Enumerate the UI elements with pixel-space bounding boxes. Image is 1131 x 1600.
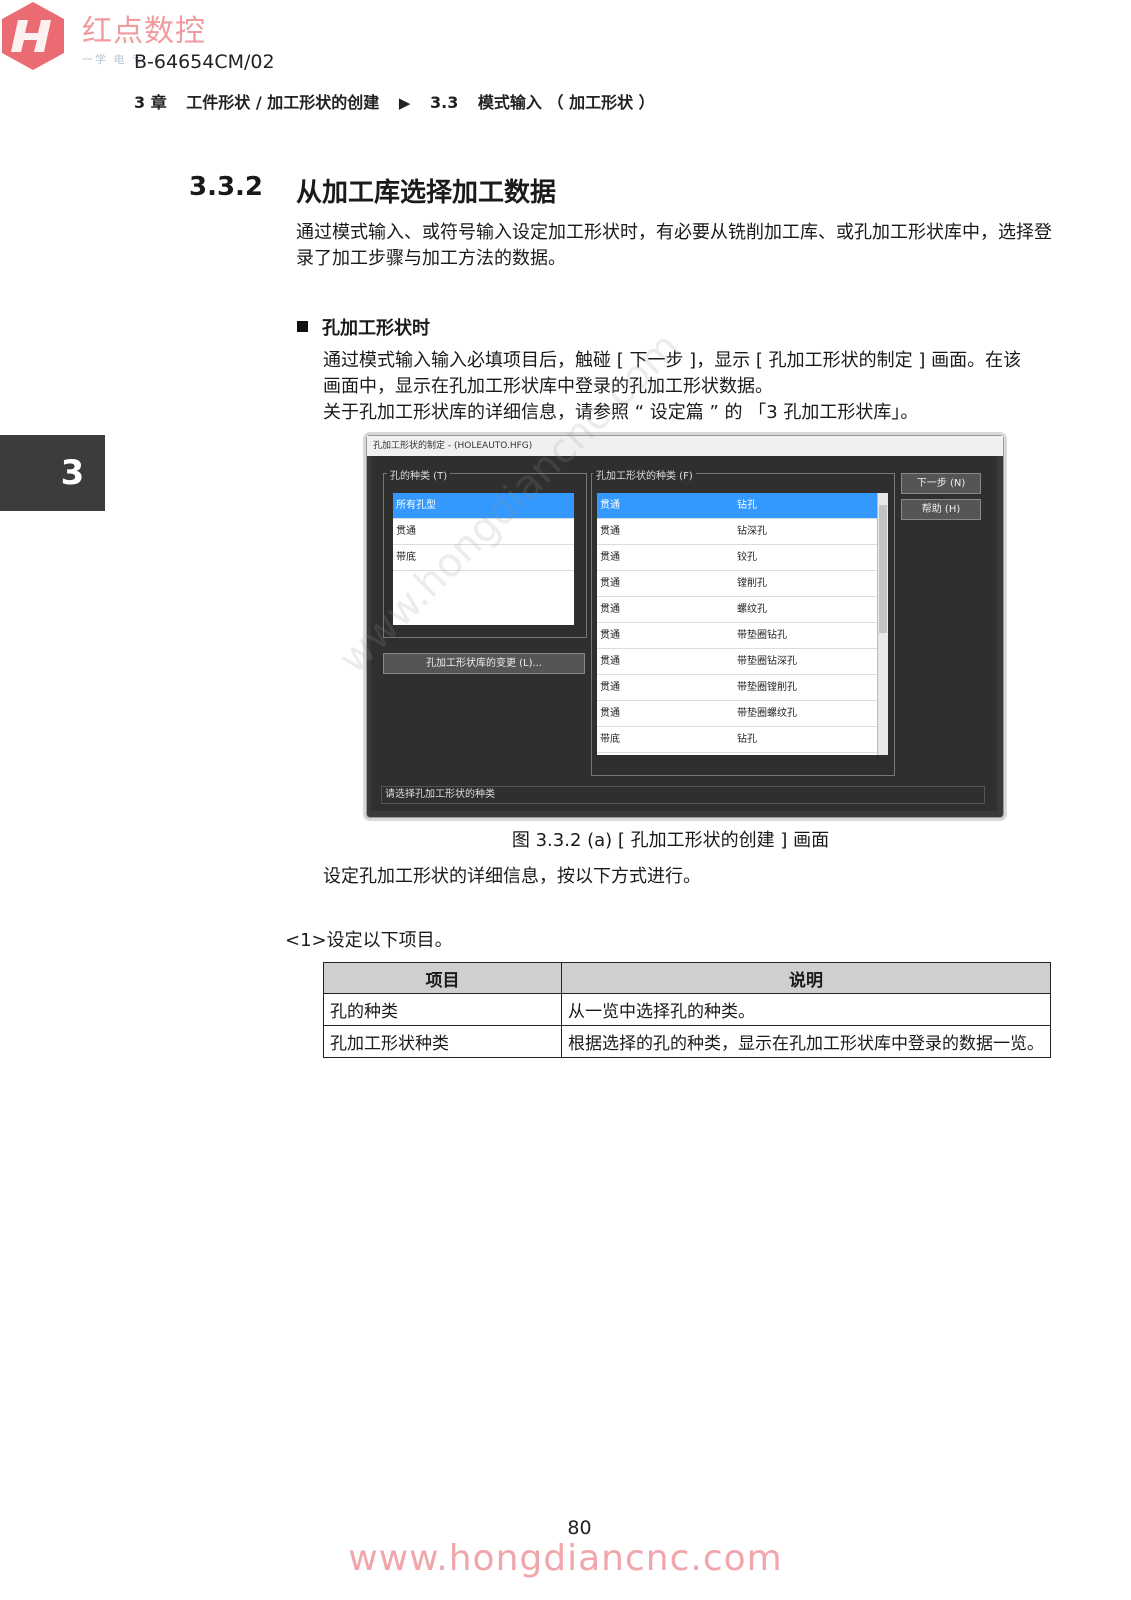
table-row[interactable]: 贯通 镗削孔	[597, 571, 887, 597]
breadcrumb-arrow-icon: ▶	[398, 94, 411, 112]
logo-name: 红点数控	[82, 14, 206, 49]
table-cell: 从一览中选择孔的种类。	[561, 993, 1051, 1026]
page-number: 80	[567, 1517, 592, 1539]
step-1-text: <1>设定以下项目。	[285, 930, 453, 951]
shape-type-list[interactable]: 贯通 钻孔 贯通 钻深孔 贯通 铰孔 贯通 镗削孔 贯通 螺纹孔 贯通 带垫圈钻孔 贯通 带垫…	[597, 493, 887, 755]
table-cell: 孔加工形状种类	[323, 1025, 562, 1058]
para-line-3: 关于孔加工形状库的详细信息，请参照 “ 设定篇 ” 的 「3 孔加工形状库」。	[323, 402, 919, 423]
chapter-tab-number: 3	[60, 453, 85, 493]
table-row[interactable]: 贯通 带垫圈螺纹孔	[597, 701, 887, 727]
para-line-1: 通过模式输入输入必填项目后，触碰 [ 下一步 ]，显示 [ 孔加工形状的制定 ]…	[323, 350, 1022, 371]
section-number: 3.3.2	[189, 172, 264, 202]
shape-type-group-label: 孔加工形状的种类 (F)	[593, 467, 696, 482]
change-library-button[interactable]: 孔加工形状库的变更 (L)...	[383, 653, 585, 674]
table-row[interactable]: 带底 钻孔	[597, 727, 887, 753]
table-cell: 根据选择的孔的种类，显示在孔加工形状库中登录的数据一览。	[561, 1025, 1051, 1058]
table-header-description: 说明	[561, 962, 1051, 994]
subsection-paragraph: 通过模式输入输入必填项目后，触碰 [ 下一步 ]，显示 [ 孔加工形状的制定 ]…	[323, 348, 1063, 426]
table-row[interactable]: 贯通 带垫圈镗削孔	[597, 675, 887, 701]
next-button[interactable]: 下一步 (N)	[901, 473, 981, 494]
table-row[interactable]: 贯通 带垫圈钻孔	[597, 623, 887, 649]
settings-table: 项目 说明 孔的种类 从一览中选择孔的种类。 孔加工形状种类 根据选择的孔的种类…	[323, 962, 1051, 1058]
breadcrumb: 3 章 工件形状 / 加工形状的创建 ▶ 3.3 模式输入 （ 加工形状 ）	[134, 89, 669, 113]
subsection-heading: 孔加工形状时	[297, 314, 430, 340]
table-row[interactable]: 贯通 螺纹孔	[597, 597, 887, 623]
table-row: 孔加工形状种类 根据选择的孔的种类，显示在孔加工形状库中登录的数据一览。	[323, 1025, 1051, 1058]
table-row[interactable]: 贯通 铰孔	[597, 545, 887, 571]
after-figure-paragraph: 设定孔加工形状的详细信息，按以下方式进行。	[323, 866, 701, 887]
dialog-title: 孔加工形状的制定 - (HOLEAUTO.HFG)	[367, 436, 1003, 456]
table-row[interactable]: 贯通 钻孔	[597, 493, 887, 519]
dialog-body: 孔的种类 (T) 所有孔型 贯通 带底 孔加工形状库的变更 (L)... 孔加工…	[371, 456, 997, 811]
bullet-square-icon	[297, 321, 308, 332]
scrollbar-thumb[interactable]	[879, 505, 887, 633]
hole-type-group-label: 孔的种类 (T)	[387, 467, 451, 482]
breadcrumb-chapter: 3 章	[134, 93, 167, 112]
status-bar: 请选择孔加工形状的种类	[381, 786, 985, 804]
figure-caption: 图 3.3.2 (a) [ 孔加工形状的创建 ] 画面	[511, 830, 830, 851]
help-button[interactable]: 帮助 (H)	[901, 499, 981, 520]
breadcrumb-section-title: 模式输入 （ 加工形状 ）	[477, 93, 655, 112]
hole-shape-dialog: 孔加工形状的制定 - (HOLEAUTO.HFG) 孔的种类 (T) 所有孔型 …	[366, 435, 1004, 818]
document-code: B-64654CM/02	[134, 51, 275, 73]
table-row: 孔的种类 从一览中选择孔的种类。	[323, 993, 1051, 1026]
table-cell: 孔的种类	[323, 993, 562, 1026]
section-title: 从加工库选择加工数据	[296, 178, 557, 208]
para-line-2: 画面中，显示在孔加工形状库中登录的孔加工形状数据。	[323, 376, 773, 397]
shape-list-scrollbar[interactable]	[877, 493, 888, 755]
table-row[interactable]: 贯通 钻深孔	[597, 519, 887, 545]
chapter-side-tab: 3	[0, 435, 105, 511]
table-header-row: 项目 说明	[323, 962, 1051, 994]
subsection-title: 孔加工形状时	[322, 318, 430, 339]
table-row[interactable]: 贯通 带垫圈钻深孔	[597, 649, 887, 675]
breadcrumb-chapter-title: 工件形状 / 加工形状的创建	[186, 93, 380, 112]
section-intro: 通过模式输入、或符号输入设定加工形状时，有必要从铣削加工库、或孔加工形状库中，选…	[296, 222, 1052, 269]
breadcrumb-section-number: 3.3	[430, 93, 459, 112]
logo-icon	[2, 2, 64, 70]
footer-url: www.hongdiancnc.com	[348, 1538, 783, 1579]
table-header-item: 项目	[323, 962, 562, 994]
